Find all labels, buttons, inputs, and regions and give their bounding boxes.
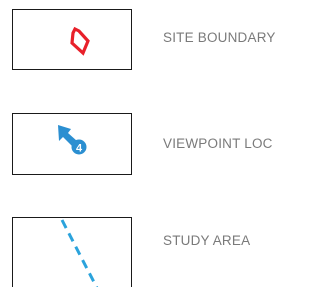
site-boundary-label: SITE BOUNDARY (163, 30, 276, 45)
site-boundary-icon (70, 26, 90, 56)
study-area-swatch (12, 217, 132, 287)
study-area-line-icon (60, 219, 99, 287)
study-area-label: STUDY AREA (163, 233, 251, 248)
site-boundary-swatch (12, 9, 132, 70)
viewpoint-marker-number: 4 (76, 143, 83, 155)
map-legend: SITE BOUNDARY 4 VIEWPOINT LOC STUDY AREA (0, 0, 329, 287)
viewpoint-label: VIEWPOINT LOC (163, 136, 273, 151)
viewpoint-arrow-icon: 4 (58, 125, 87, 155)
viewpoint-swatch: 4 (12, 113, 132, 175)
